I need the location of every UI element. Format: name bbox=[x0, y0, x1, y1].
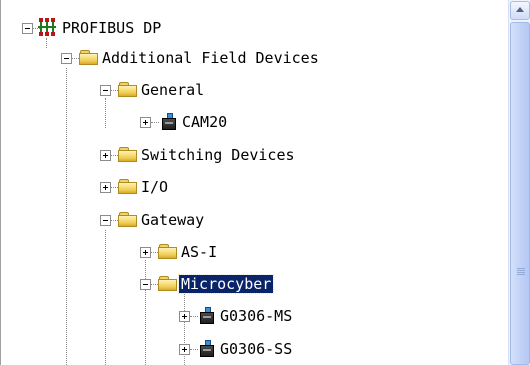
hardware-catalog-tree-panel: PROFIBUS DP Additional Field Devices Gen… bbox=[0, 0, 530, 365]
tree-connector bbox=[111, 155, 118, 156]
folder-icon bbox=[118, 147, 138, 163]
expand-toggle[interactable] bbox=[140, 117, 151, 128]
tree-node-g0306-ss[interactable]: G0306-SS bbox=[218, 340, 294, 358]
tree-connector bbox=[46, 38, 47, 48]
tree-node-additional-field-devices[interactable]: Additional Field Devices bbox=[100, 49, 321, 67]
tree-node-g0306-ms[interactable]: G0306-MS bbox=[218, 307, 294, 325]
grip-icon bbox=[517, 268, 525, 269]
device-icon bbox=[200, 307, 214, 324]
scrollbar-thumb[interactable] bbox=[510, 22, 530, 365]
folder-icon bbox=[118, 82, 138, 98]
folder-icon bbox=[158, 244, 178, 260]
collapse-toggle[interactable] bbox=[100, 85, 111, 96]
tree-connector bbox=[105, 98, 106, 128]
device-icon bbox=[162, 113, 176, 130]
tree-connector bbox=[105, 230, 106, 365]
tree-connector bbox=[151, 122, 159, 123]
tree-node-as-i[interactable]: AS-I bbox=[179, 243, 219, 261]
tree-view[interactable]: PROFIBUS DP Additional Field Devices Gen… bbox=[1, 0, 508, 365]
tree-connector bbox=[190, 349, 198, 350]
folder-icon bbox=[79, 50, 99, 66]
tree-connector bbox=[111, 90, 118, 91]
tree-node-cam20[interactable]: CAM20 bbox=[180, 113, 229, 131]
expand-toggle[interactable] bbox=[100, 182, 111, 193]
expand-toggle[interactable] bbox=[179, 344, 190, 355]
tree-node-io[interactable]: I/O bbox=[139, 178, 170, 196]
expand-toggle[interactable] bbox=[100, 150, 111, 161]
folder-icon bbox=[158, 276, 178, 292]
tree-connector bbox=[151, 252, 158, 253]
folder-icon bbox=[118, 212, 138, 228]
tree-connector bbox=[111, 187, 118, 188]
tree-connector bbox=[145, 260, 146, 365]
tree-node-profibus-dp[interactable]: PROFIBUS DP bbox=[60, 19, 163, 37]
tree-connector bbox=[190, 316, 198, 317]
tree-connector bbox=[66, 68, 67, 365]
tree-connector bbox=[72, 58, 79, 59]
network-icon bbox=[37, 18, 57, 36]
tree-connector bbox=[151, 284, 158, 285]
tree-connector bbox=[111, 220, 118, 221]
tree-node-gateway[interactable]: Gateway bbox=[139, 211, 206, 229]
scroll-up-button[interactable] bbox=[510, 1, 530, 20]
tree-node-microcyber[interactable]: Microcyber bbox=[177, 274, 275, 294]
tree-node-switching-devices[interactable]: Switching Devices bbox=[139, 146, 297, 164]
collapse-toggle[interactable] bbox=[22, 23, 33, 34]
collapse-toggle[interactable] bbox=[61, 53, 72, 64]
expand-toggle[interactable] bbox=[179, 311, 190, 322]
folder-icon bbox=[118, 179, 138, 195]
device-icon bbox=[200, 340, 214, 357]
vertical-scrollbar[interactable] bbox=[508, 0, 530, 365]
tree-node-general[interactable]: General bbox=[139, 81, 206, 99]
expand-toggle[interactable] bbox=[140, 247, 151, 258]
chevron-up-icon bbox=[516, 7, 524, 12]
collapse-toggle[interactable] bbox=[140, 279, 151, 290]
collapse-toggle[interactable] bbox=[100, 215, 111, 226]
